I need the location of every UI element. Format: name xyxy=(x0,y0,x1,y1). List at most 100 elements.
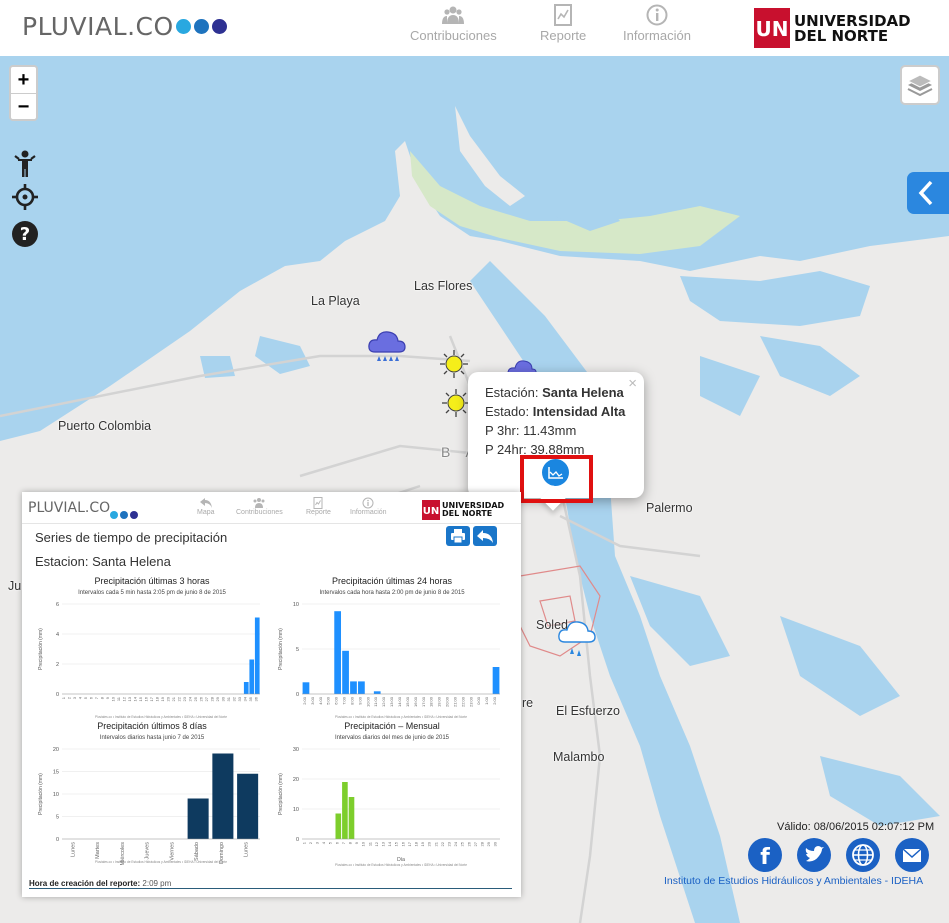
x-tick-label: 16 xyxy=(143,696,148,701)
report-footer-value: 2:09 pm xyxy=(142,879,172,888)
reply-arrow-icon xyxy=(199,498,212,508)
locate-crosshair-icon[interactable] xyxy=(11,183,39,211)
report-nav-contribuciones[interactable]: Contribuciones xyxy=(236,497,283,516)
chart-bar xyxy=(237,773,259,839)
chart-bar xyxy=(373,691,381,694)
x-tick-label: 22:00 xyxy=(460,696,465,707)
x-tick-label: 27 xyxy=(204,696,209,701)
print-button[interactable] xyxy=(446,526,470,546)
popup-p3-label: P 3hr: xyxy=(485,423,520,438)
y-tick-label: 0 xyxy=(296,692,299,698)
x-tick-label: 0:00 xyxy=(476,696,481,705)
x-tick-label: Lunes xyxy=(70,842,76,857)
chart-subtitle: Intervalos cada 5 min hasta 2:05 pm de j… xyxy=(78,590,226,596)
nav-contribuciones[interactable]: Contribuciones xyxy=(410,4,497,43)
chart-monthly-plot: 0102030Precipitación (mm)1 2 3 4 5 6 7 8 9 10 11 12… xyxy=(278,747,500,867)
sun-icon[interactable] xyxy=(440,350,468,378)
popup-close-button[interactable]: × xyxy=(628,375,637,392)
report-icon xyxy=(554,4,573,26)
person-icon[interactable] xyxy=(11,150,39,178)
nav-contribuciones-label: Contribuciones xyxy=(410,28,497,43)
x-tick-label: 3 xyxy=(315,841,320,844)
x-tick-label: 6 xyxy=(88,696,93,699)
website-button[interactable] xyxy=(846,838,880,872)
x-tick-label: 28 xyxy=(480,841,485,846)
x-tick-label: 15:00 xyxy=(405,696,410,707)
place-label: El Esfuerzo xyxy=(556,704,620,718)
x-tick-label: 17:00 xyxy=(421,696,426,707)
rain-cloud-icon[interactable] xyxy=(367,328,407,366)
twitter-button[interactable] xyxy=(797,838,831,872)
svg-text:?: ? xyxy=(20,224,30,245)
un-mark-icon: UN xyxy=(422,500,440,520)
mail-icon xyxy=(902,848,922,862)
institute-link[interactable]: Instituto de Estudios Hidráulicos y Ambi… xyxy=(664,875,923,887)
x-tick-label: Lunes xyxy=(244,842,250,857)
report-nav-mapa[interactable]: Mapa xyxy=(197,497,215,516)
x-tick-label: Viernes xyxy=(169,842,175,861)
report-footer: Hora de creación del reporte: 2:09 pm xyxy=(29,879,171,888)
nav-informacion[interactable]: Información xyxy=(623,4,691,43)
university-line2: DEL NORTE xyxy=(794,27,889,45)
x-tick-label: 33 xyxy=(237,696,242,701)
chart-credit: Pluviales.co • Instituto de Estudios Hid… xyxy=(95,860,227,864)
y-tick-label: 0 xyxy=(56,837,59,843)
x-tick-label: 11:00 xyxy=(373,696,378,706)
chart-title: Precipitación últimas 3 horas xyxy=(94,576,210,586)
x-tick-label: 6 xyxy=(334,841,339,844)
x-tick-label: 2 xyxy=(308,841,313,844)
place-label: Malambo xyxy=(553,750,605,764)
y-axis-label: Precipitación (mm) xyxy=(38,773,44,815)
highlight-box xyxy=(520,455,593,503)
x-tick-label: 18:00 xyxy=(429,696,434,707)
zoom-out-button[interactable]: − xyxy=(11,93,36,119)
x-tick-label: 3:00 xyxy=(310,696,315,705)
chart-subtitle: Intervalos diarios hasta junio 7 de 2015 xyxy=(99,735,205,741)
help-icon[interactable]: ? xyxy=(11,220,39,248)
chart-credit: Pluviales.co • Instituto de Estudios Hid… xyxy=(95,715,227,719)
app-logo[interactable]: PLUVIAL.CO xyxy=(22,12,174,41)
popup-state-value: Intensidad Alta xyxy=(532,404,626,419)
side-panel-toggle[interactable] xyxy=(907,172,949,214)
logo-dots xyxy=(176,19,230,39)
sun-icon[interactable] xyxy=(442,389,470,417)
reply-arrow-icon xyxy=(477,530,493,543)
x-tick-label: 19 xyxy=(420,841,425,846)
popup-station-row: Estación: Santa Helena xyxy=(485,385,624,400)
popup-p3-value: 11.43mm xyxy=(523,423,577,438)
print-icon xyxy=(451,529,465,544)
x-tick-label: 35 xyxy=(248,696,253,701)
report-nav-informacion[interactable]: Información xyxy=(350,497,387,516)
chevron-left-icon xyxy=(918,180,933,206)
email-button[interactable] xyxy=(895,838,929,872)
x-tick-label: 24 xyxy=(187,696,192,701)
x-tick-label: 10 xyxy=(110,696,115,701)
zoom-in-button[interactable]: + xyxy=(11,67,36,93)
svg-text:f: f xyxy=(760,845,770,870)
layers-button[interactable] xyxy=(900,65,940,105)
report-nav-reporte[interactable]: Reporte xyxy=(306,497,331,516)
chart-subtitle: Intervalos diarios del mes de junio de 2… xyxy=(334,735,450,741)
zoom-control: + − xyxy=(9,65,38,121)
x-tick-label: 14:00 xyxy=(397,696,402,707)
x-tick-label: 7:00 xyxy=(342,696,347,705)
chart-monthly: Precipitación – Mensual Intervalos diari… xyxy=(272,721,512,897)
x-tick-label: 11 xyxy=(116,696,121,701)
popup-p3-row: P 3hr: 11.43mm xyxy=(485,423,576,438)
chart-8days: Precipitación últimos 8 días Intervalos … xyxy=(32,721,272,897)
users-icon xyxy=(442,6,465,24)
validity-timestamp: Válido: 08/06/2015 02:07:12 PM xyxy=(777,821,935,833)
x-tick-label: Martes xyxy=(95,842,101,859)
x-tick-label: 2:00 xyxy=(302,696,307,705)
chart-bar xyxy=(187,798,209,839)
report-station: Estacion: Santa Helena xyxy=(35,554,171,569)
nav-reporte[interactable]: Reporte xyxy=(540,4,586,43)
x-tick-label: 23 xyxy=(447,841,452,846)
place-label: Puerto Colombia xyxy=(58,419,152,433)
facebook-button[interactable]: f xyxy=(748,838,782,872)
back-button[interactable] xyxy=(473,526,497,546)
cloud-drizzle-icon[interactable] xyxy=(557,618,597,660)
x-tick-label: 11 xyxy=(367,841,372,846)
chart-8days-plot: 05101520Precipitación (mm)Lunes Martes Mié… xyxy=(38,747,260,866)
y-tick-label: 10 xyxy=(293,807,299,813)
